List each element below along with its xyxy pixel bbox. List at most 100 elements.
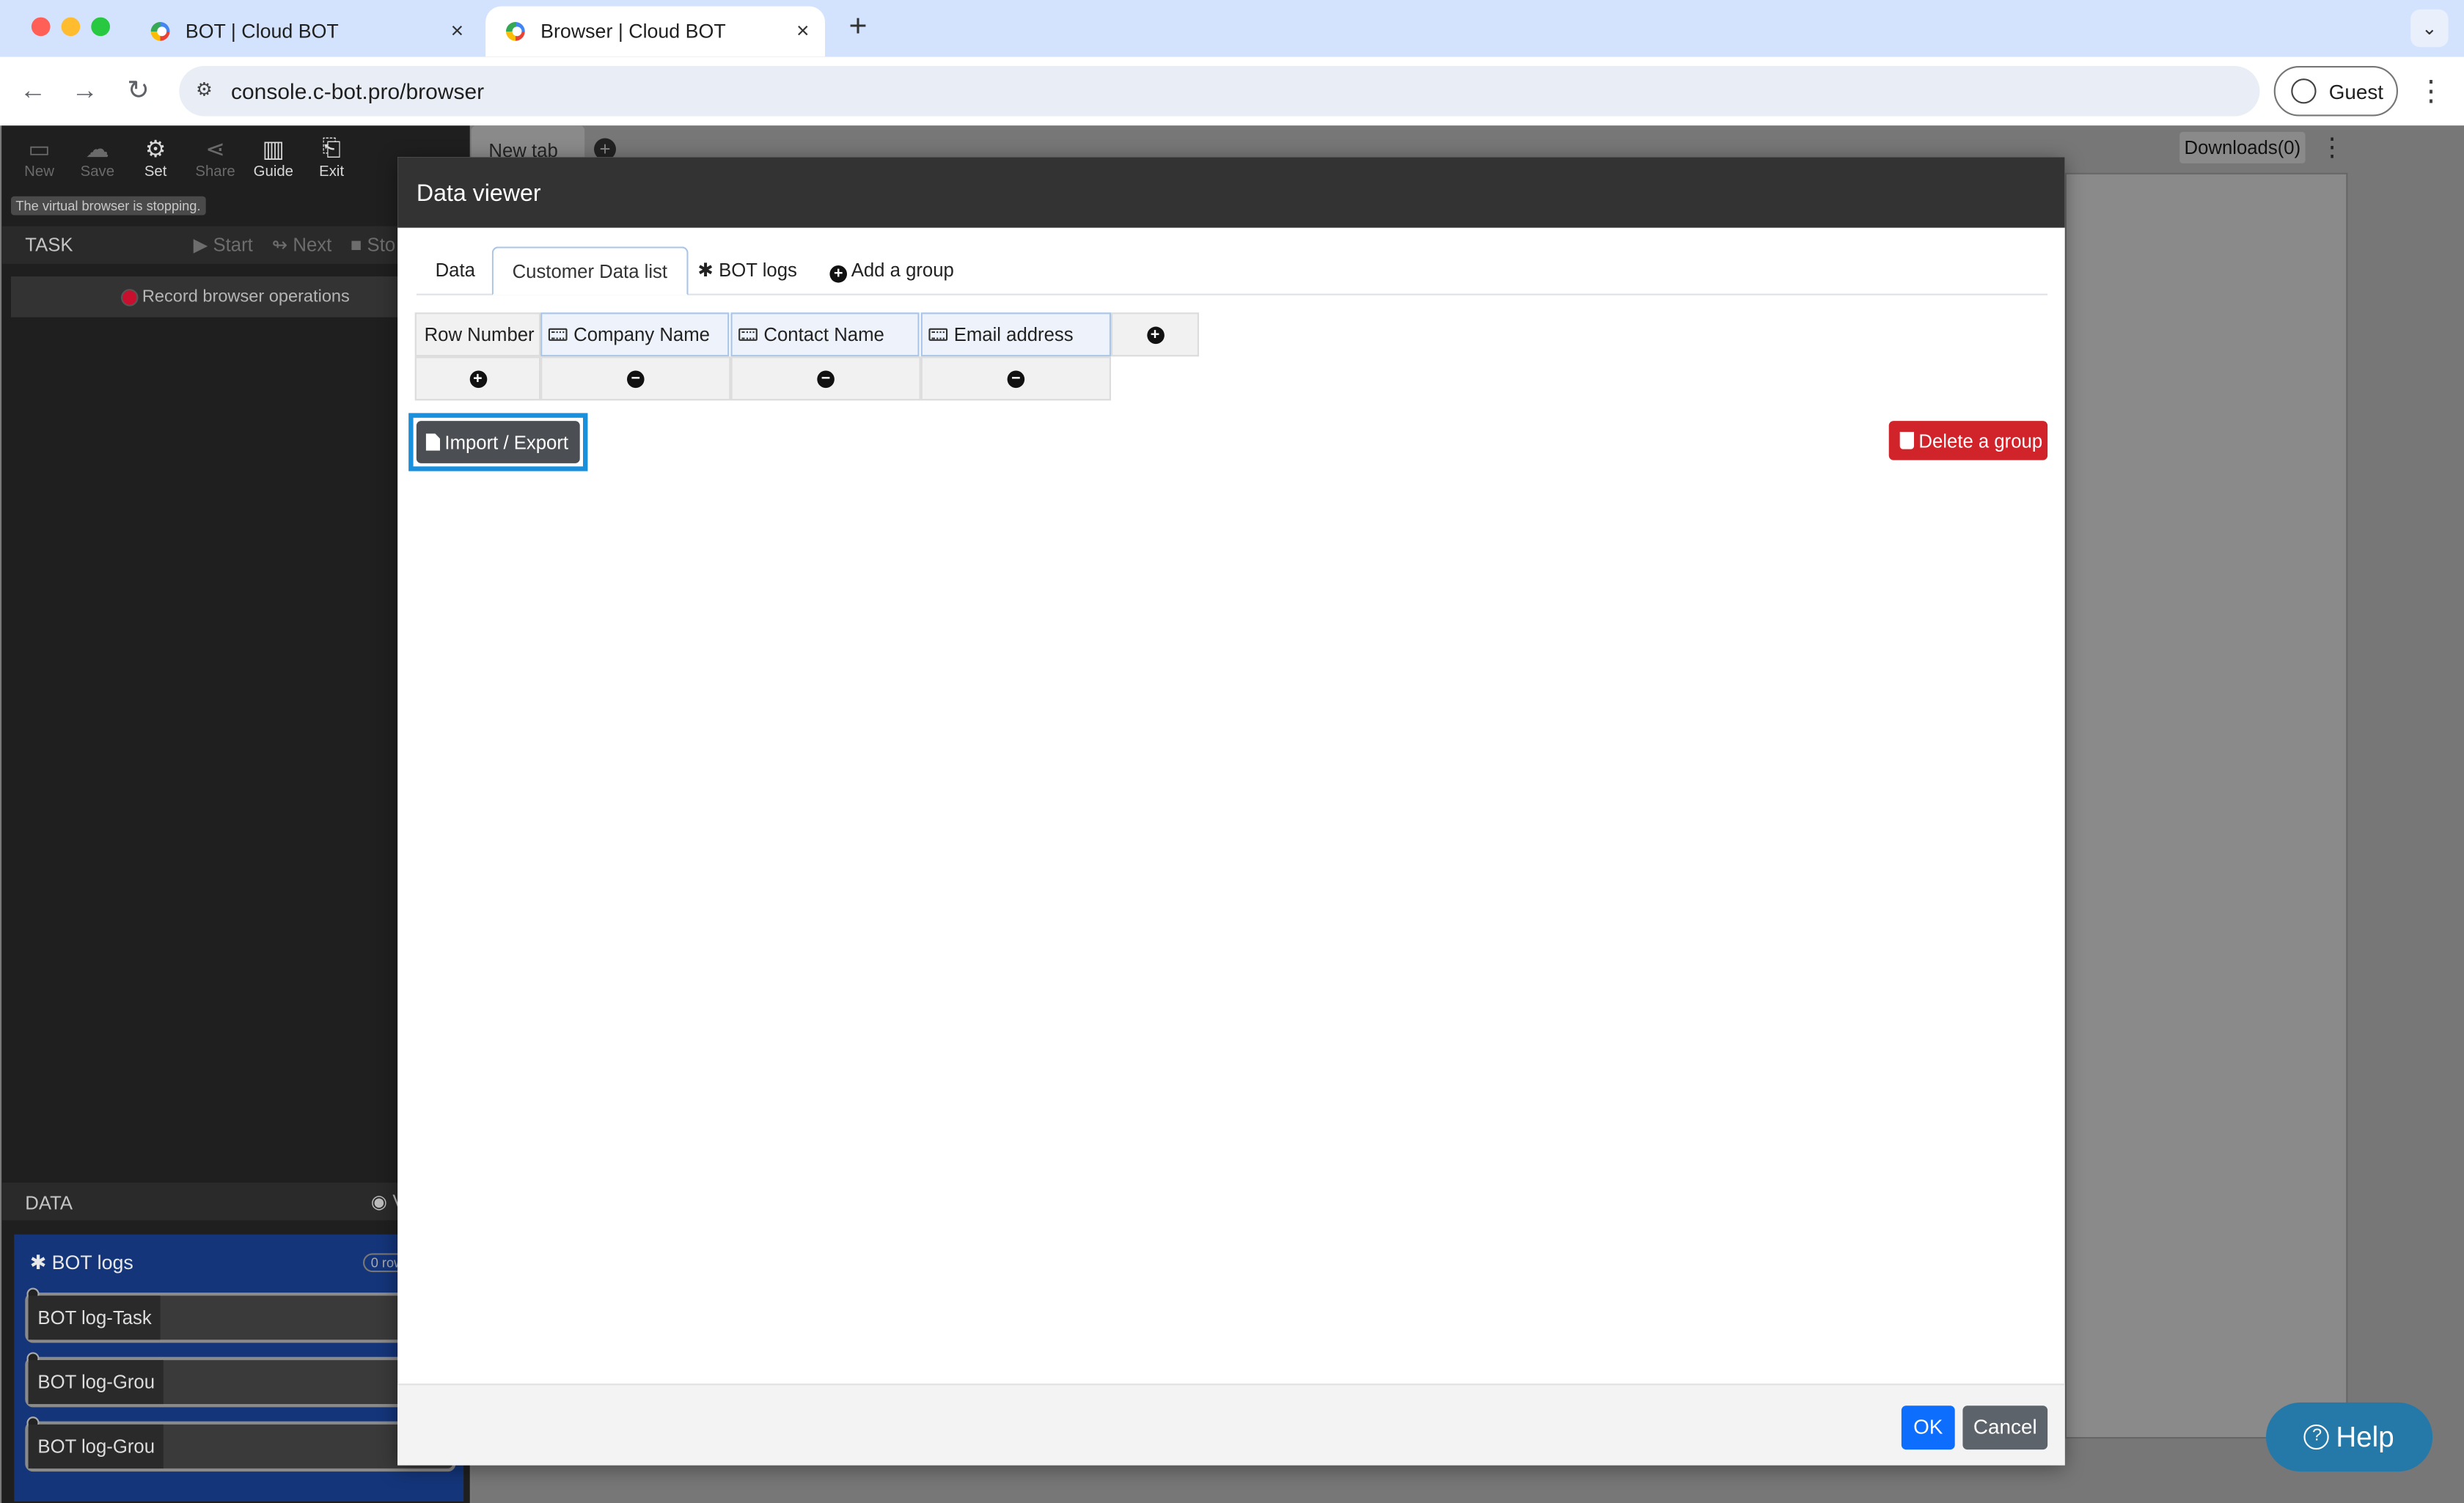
column-header-contact-name[interactable]: Contact Name (730, 312, 920, 357)
exit-label: Exit (319, 163, 345, 181)
minus-circle-icon: − (1007, 370, 1025, 388)
add-column-button[interactable]: + (1111, 312, 1199, 357)
plus-circle-icon: + (469, 370, 487, 388)
import-export-highlight: Import / Export (408, 413, 588, 471)
book-icon: ▥ (262, 136, 285, 163)
list-item[interactable]: BOT log-Grou (25, 1352, 456, 1408)
start-label: Start (213, 234, 253, 257)
exit-button[interactable]: ⎗ Exit (304, 135, 360, 180)
list-item[interactable]: BOT log-Task (25, 1287, 456, 1343)
share-label: Share (195, 163, 235, 181)
minus-circle-icon: − (817, 370, 835, 388)
dialog-title: Data viewer (397, 157, 2065, 228)
close-window-button[interactable] (31, 17, 51, 37)
close-tab-icon[interactable]: × (451, 18, 464, 43)
list-item-label: BOT log-Grou (28, 1360, 164, 1405)
close-tab-icon[interactable]: × (796, 18, 810, 43)
tab-bot-logs-label: BOT logs (719, 259, 797, 282)
eye-icon: ◉ (370, 1190, 388, 1213)
tab-data-label: Data (435, 259, 475, 282)
cloud-bot-favicon-icon (150, 21, 172, 43)
browser-tab-title: BOT | Cloud BOT (185, 20, 339, 43)
new-label: New (24, 163, 54, 181)
bot-logs-group[interactable]: ✱ BOT logs 0 row BOT log-Task BOT log-Gr… (14, 1234, 464, 1502)
help-button[interactable]: ? Help (2266, 1402, 2433, 1472)
bug-icon: ✱ (29, 1252, 47, 1274)
exit-icon: ⎗ (322, 135, 341, 162)
next-label: Next (293, 234, 332, 257)
browser-menu-kebab-icon[interactable]: ⋮ (2417, 73, 2446, 110)
list-item-label: BOT log-Task (28, 1296, 161, 1340)
column-header-company-name[interactable]: Company Name (540, 312, 730, 357)
gear-icon: ⚙ (144, 136, 166, 163)
back-arrow-icon[interactable]: ← (14, 73, 51, 110)
forward-arrow-icon[interactable]: → (66, 73, 103, 110)
keyboard-icon (928, 328, 948, 341)
tab-customer-data-list-label: Customer Data list (512, 260, 668, 283)
status-badge: The virtual browser is stopping. (11, 196, 205, 216)
profile-avatar-icon (2291, 78, 2317, 104)
bot-logs-title-text: BOT logs (51, 1252, 133, 1274)
tab-customer-data-list[interactable]: Customer Data list (491, 246, 688, 295)
list-item[interactable]: BOT log-Grou (25, 1416, 456, 1472)
share-icon: ⋖ (205, 136, 226, 163)
zoom-window-button[interactable] (91, 17, 110, 37)
bot-logs-title: ✱ BOT logs (30, 1250, 133, 1274)
address-bar[interactable]: ⚙ console.c-bot.pro/browser (179, 65, 2260, 117)
browser-toolbar: ← → ↻ ⚙ console.c-bot.pro/browser Guest … (0, 56, 2464, 126)
site-settings-icon[interactable]: ⚙ (191, 78, 216, 103)
row-number-header: Row Number (414, 312, 541, 357)
next-button[interactable]: ↬ Next (272, 234, 332, 256)
column-header-text: Email address (953, 323, 1074, 346)
remove-column-email-address-button[interactable]: − (920, 356, 1111, 401)
delete-group-label: Delete a group (1918, 429, 2043, 452)
guide-button[interactable]: ▥ Guide (245, 135, 301, 180)
data-viewer-dialog: Data viewer Data Customer Data list ✱ BO… (397, 157, 2065, 1466)
reload-icon[interactable]: ↻ (120, 73, 157, 110)
file-icon (425, 433, 440, 451)
ok-button[interactable]: OK (1901, 1405, 1955, 1450)
screen: BOT | Cloud BOT × Browser | Cloud BOT × … (0, 0, 2464, 1503)
minimize-window-button[interactable] (61, 17, 81, 37)
browser-tab-title: Browser | Cloud BOT (540, 20, 726, 43)
cloud-bot-favicon-icon (505, 21, 527, 43)
help-label: Help (2336, 1420, 2394, 1452)
record-browser-operations-button[interactable]: Record browser operations (11, 276, 461, 317)
tab-search-chevron-down-icon[interactable]: ⌄ (2410, 9, 2449, 48)
tab-add-a-group[interactable]: + Add a group (811, 246, 973, 295)
remove-column-contact-name-button[interactable]: − (730, 356, 921, 401)
list-item-label: BOT log-Grou (28, 1424, 164, 1469)
data-label: DATA (25, 1191, 73, 1214)
delete-group-button[interactable]: Delete a group (1888, 421, 2048, 460)
browser-tab-bot[interactable]: BOT | Cloud BOT × (131, 7, 480, 57)
address-url[interactable]: console.c-bot.pro/browser (231, 78, 484, 103)
remove-column-company-name-button[interactable]: − (540, 356, 731, 401)
trash-icon (1899, 432, 1914, 449)
keyboard-icon (738, 328, 758, 341)
tab-bot-logs[interactable]: ✱ BOT logs (679, 246, 816, 295)
dialog-footer: OK Cancel (397, 1383, 2065, 1466)
profile-button[interactable]: Guest (2273, 65, 2398, 117)
stop-button[interactable]: ■ Sto (351, 234, 395, 256)
import-export-label: Import / Export (444, 431, 569, 453)
add-row-button[interactable]: + (414, 356, 541, 401)
start-button[interactable]: ▶ Start (194, 234, 253, 256)
keyboard-icon (548, 328, 568, 341)
set-button[interactable]: ⚙ Set (128, 135, 184, 180)
save-button[interactable]: ☁ Save (69, 135, 125, 180)
tab-data[interactable]: Data (417, 246, 494, 295)
bug-icon: ✱ (697, 259, 714, 282)
column-header-email-address[interactable]: Email address (920, 312, 1111, 357)
new-button[interactable]: ▭ New (11, 135, 67, 180)
virtual-browser-menu-icon[interactable]: ⋮ (2320, 132, 2344, 163)
record-icon (121, 288, 139, 306)
virtual-browser-page (2064, 172, 2348, 1439)
cancel-button[interactable]: Cancel (1962, 1405, 2048, 1450)
new-tab-button[interactable]: + (840, 10, 875, 45)
task-label: TASK (25, 234, 73, 257)
downloads-button[interactable]: Downloads(0) (2179, 131, 2306, 163)
import-export-button[interactable]: Import / Export (416, 421, 580, 463)
set-label: Set (144, 163, 167, 181)
share-button[interactable]: ⋖ Share (187, 135, 243, 180)
browser-tab-browser[interactable]: Browser | Cloud BOT × (485, 6, 825, 57)
